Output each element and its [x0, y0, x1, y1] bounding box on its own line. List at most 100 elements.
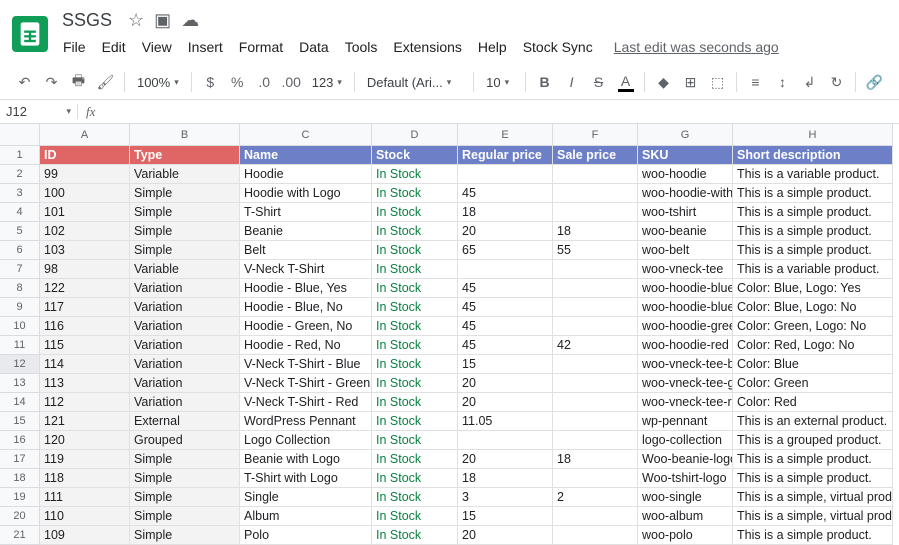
- cell[interactable]: woo-hoodie: [638, 165, 733, 184]
- cell[interactable]: [553, 469, 638, 488]
- header-sku[interactable]: SKU: [638, 146, 733, 165]
- cell[interactable]: [458, 431, 553, 450]
- row-header[interactable]: 4: [0, 203, 40, 222]
- cell[interactable]: Variable: [130, 165, 240, 184]
- cell[interactable]: Beanie with Logo: [240, 450, 372, 469]
- merge-button[interactable]: ⬚: [705, 69, 730, 95]
- cell[interactable]: [553, 260, 638, 279]
- cell[interactable]: 109: [40, 526, 130, 545]
- cell[interactable]: 20: [458, 222, 553, 241]
- cell[interactable]: 42: [553, 336, 638, 355]
- cell[interactable]: Variation: [130, 317, 240, 336]
- cell[interactable]: woo-single: [638, 488, 733, 507]
- cell[interactable]: 2: [553, 488, 638, 507]
- cell[interactable]: Simple: [130, 469, 240, 488]
- cell[interactable]: 113: [40, 374, 130, 393]
- row-header[interactable]: 12: [0, 355, 40, 374]
- cell[interactable]: This is a simple product.: [733, 469, 893, 488]
- header-short-desc[interactable]: Short description: [733, 146, 893, 165]
- cell[interactable]: 102: [40, 222, 130, 241]
- cell[interactable]: Variation: [130, 393, 240, 412]
- cell[interactable]: In Stock: [372, 317, 458, 336]
- cell[interactable]: 115: [40, 336, 130, 355]
- cell[interactable]: Beanie: [240, 222, 372, 241]
- cell[interactable]: Hoodie - Green, No: [240, 317, 372, 336]
- cell[interactable]: In Stock: [372, 355, 458, 374]
- row-header[interactable]: 14: [0, 393, 40, 412]
- cell[interactable]: In Stock: [372, 431, 458, 450]
- cell[interactable]: [553, 393, 638, 412]
- cell[interactable]: In Stock: [372, 469, 458, 488]
- cell[interactable]: Polo: [240, 526, 372, 545]
- borders-button[interactable]: ⊞: [678, 69, 703, 95]
- cell[interactable]: 120: [40, 431, 130, 450]
- cell[interactable]: 20: [458, 526, 553, 545]
- font-select[interactable]: Default (Ari...: [361, 69, 467, 95]
- cell[interactable]: [553, 431, 638, 450]
- doc-title[interactable]: SSGS: [56, 8, 118, 33]
- cell[interactable]: This is a simple product.: [733, 203, 893, 222]
- cell[interactable]: wp-pennant: [638, 412, 733, 431]
- cell[interactable]: In Stock: [372, 488, 458, 507]
- cell[interactable]: 114: [40, 355, 130, 374]
- cell[interactable]: woo-belt: [638, 241, 733, 260]
- cell[interactable]: Color: Blue: [733, 355, 893, 374]
- cell[interactable]: Simple: [130, 488, 240, 507]
- cell[interactable]: 20: [458, 450, 553, 469]
- cell[interactable]: Simple: [130, 526, 240, 545]
- cell[interactable]: 18: [553, 222, 638, 241]
- cell[interactable]: [553, 279, 638, 298]
- cell[interactable]: In Stock: [372, 203, 458, 222]
- cell[interactable]: 103: [40, 241, 130, 260]
- cell[interactable]: This is an external product.: [733, 412, 893, 431]
- cell[interactable]: This is a simple product.: [733, 241, 893, 260]
- cell[interactable]: In Stock: [372, 450, 458, 469]
- header-stock[interactable]: Stock: [372, 146, 458, 165]
- cell[interactable]: woo-vneck-tee-g: [638, 374, 733, 393]
- cell[interactable]: T-Shirt: [240, 203, 372, 222]
- header-id[interactable]: ID: [40, 146, 130, 165]
- horizontal-align-button[interactable]: ≡: [743, 69, 768, 95]
- cell[interactable]: woo-hoodie-with: [638, 184, 733, 203]
- cell[interactable]: woo-vneck-tee-re: [638, 393, 733, 412]
- cell[interactable]: 45: [458, 298, 553, 317]
- cell[interactable]: In Stock: [372, 374, 458, 393]
- cell[interactable]: 117: [40, 298, 130, 317]
- col-header-B[interactable]: B: [130, 124, 240, 146]
- header-sale-price[interactable]: Sale price: [553, 146, 638, 165]
- menu-view[interactable]: View: [135, 35, 179, 59]
- cell[interactable]: This is a simple product.: [733, 222, 893, 241]
- cell[interactable]: In Stock: [372, 298, 458, 317]
- cell[interactable]: Variable: [130, 260, 240, 279]
- undo-button[interactable]: ↶: [12, 69, 37, 95]
- cell[interactable]: In Stock: [372, 184, 458, 203]
- cell[interactable]: This is a simple, virtual product.: [733, 488, 893, 507]
- italic-button[interactable]: I: [559, 69, 584, 95]
- percent-button[interactable]: %: [225, 69, 250, 95]
- cell[interactable]: Logo Collection: [240, 431, 372, 450]
- cell[interactable]: 101: [40, 203, 130, 222]
- cell[interactable]: Simple: [130, 222, 240, 241]
- cell[interactable]: [458, 260, 553, 279]
- text-color-button[interactable]: A: [613, 69, 638, 95]
- cell[interactable]: V-Neck T-Shirt - Blue: [240, 355, 372, 374]
- header-name[interactable]: Name: [240, 146, 372, 165]
- cell[interactable]: woo-vneck-tee-b: [638, 355, 733, 374]
- row-header[interactable]: 10: [0, 317, 40, 336]
- cell[interactable]: 15: [458, 355, 553, 374]
- cell[interactable]: Color: Red: [733, 393, 893, 412]
- row-header[interactable]: 13: [0, 374, 40, 393]
- cell[interactable]: In Stock: [372, 526, 458, 545]
- move-icon[interactable]: ▣: [154, 10, 171, 31]
- cell[interactable]: Hoodie: [240, 165, 372, 184]
- cell[interactable]: 111: [40, 488, 130, 507]
- cell[interactable]: [553, 298, 638, 317]
- cell[interactable]: [553, 374, 638, 393]
- cell[interactable]: 20: [458, 374, 553, 393]
- cell[interactable]: External: [130, 412, 240, 431]
- cell[interactable]: Color: Green: [733, 374, 893, 393]
- row-header[interactable]: 18: [0, 469, 40, 488]
- cell[interactable]: 45: [458, 279, 553, 298]
- col-header-H[interactable]: H: [733, 124, 893, 146]
- menu-edit[interactable]: Edit: [95, 35, 133, 59]
